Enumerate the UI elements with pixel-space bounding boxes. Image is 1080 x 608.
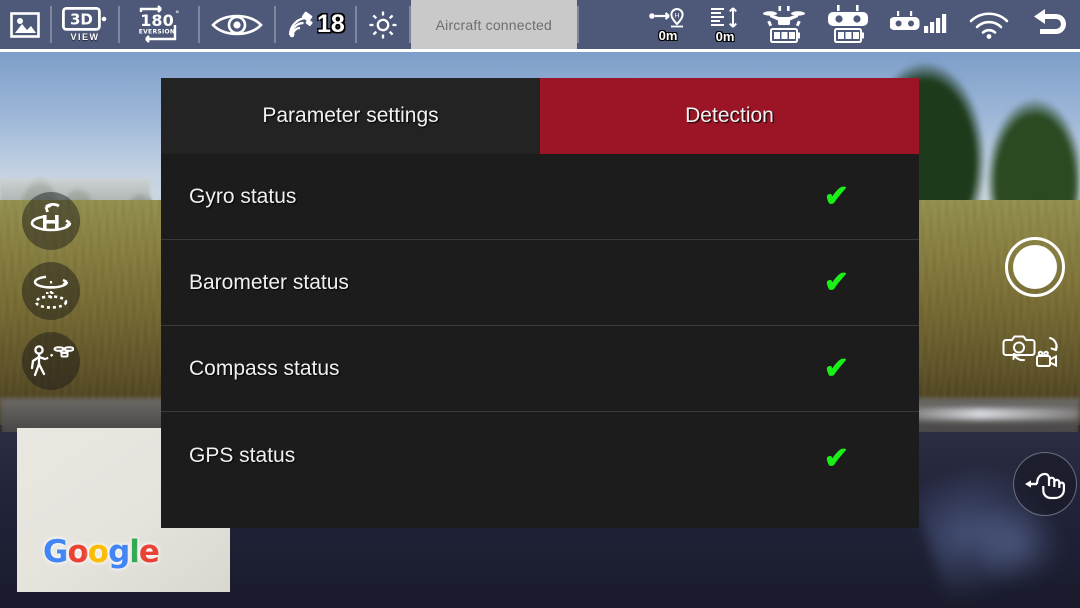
gallery-button[interactable] — [0, 0, 50, 49]
settings-button[interactable] — [357, 0, 409, 49]
google-letter: o — [87, 534, 109, 570]
row-label: Compass status — [189, 356, 340, 380]
orbit-circle-icon — [33, 275, 69, 309]
svg-text:°: ° — [175, 10, 180, 20]
follow-me-icon — [30, 345, 74, 377]
distance-indicator: H 0m — [638, 0, 698, 49]
eye-fpv-icon — [211, 14, 263, 35]
altitude-indicator: 0m — [698, 0, 752, 49]
app-root: 3D VIEW 180 ° EVERSION 18 Aircraft conne… — [0, 0, 1080, 608]
fpv-view-button[interactable] — [200, 0, 274, 49]
svg-text:180: 180 — [140, 11, 173, 30]
satellite-icon — [288, 11, 313, 37]
remote-battery-icon — [828, 4, 868, 43]
gesture-control-button[interactable] — [1013, 452, 1077, 516]
list-item[interactable]: GPS status ✔ — [161, 412, 919, 528]
camera-video-toggle-icon — [1002, 335, 1058, 368]
remote-signal-indicator — [880, 0, 958, 49]
camera-video-toggle-button[interactable] — [1002, 330, 1068, 370]
status-check-icon: ✔ — [823, 265, 849, 299]
status-check-icon: ✔ — [823, 351, 849, 385]
altitude-value: 0m — [715, 28, 735, 44]
back-arrow-icon — [1034, 8, 1066, 34]
gear-icon — [369, 11, 397, 38]
aircraft-battery-indicator — [752, 0, 816, 49]
row-label: GPS status — [189, 444, 296, 467]
remote-signal-icon — [890, 10, 947, 33]
status-check-icon: ✔ — [823, 179, 849, 213]
top-toolbar: 3D VIEW 180 ° EVERSION 18 Aircraft conne… — [0, 0, 1080, 52]
tab-parameter-settings[interactable]: Parameter settings — [161, 78, 540, 154]
google-attribution: Google — [43, 534, 160, 570]
3d-view-button[interactable]: 3D VIEW — [52, 0, 118, 49]
orbit-mode-button[interactable] — [22, 262, 80, 320]
google-letter: o — [67, 534, 88, 570]
image-gallery-icon — [10, 11, 40, 38]
google-letter: e — [138, 534, 160, 570]
dialog-tabs: Parameter settings Detection — [161, 78, 919, 154]
swipe-gesture-icon — [1025, 472, 1065, 500]
return-to-home-button[interactable] — [22, 192, 80, 250]
180-eversion-icon: 180 ° EVERSION — [139, 4, 180, 43]
svg-text:H: H — [675, 11, 680, 19]
3d-view-label: VIEW — [70, 32, 100, 42]
connection-status: Aircraft connected — [410, 0, 577, 49]
tab-detection[interactable]: Detection — [540, 78, 919, 154]
return-to-home-icon — [30, 203, 72, 232]
wifi-icon — [969, 11, 1009, 39]
row-label: Gyro status — [189, 184, 297, 208]
settings-dialog: Parameter settings Detection Gyro status… — [161, 78, 919, 528]
hood-reflection-secondary — [980, 500, 1080, 608]
google-letter: l — [129, 534, 140, 570]
battery-level — [834, 27, 864, 43]
distance-to-home-icon: H — [649, 7, 684, 27]
detection-list: Gyro status ✔ Barometer status ✔ Compass… — [161, 154, 919, 528]
satellite-count: 18 — [317, 10, 345, 38]
svg-text:EVERSION: EVERSION — [139, 28, 176, 35]
eversion-button[interactable]: 180 ° EVERSION — [120, 0, 198, 49]
battery-level — [770, 27, 800, 43]
satellite-status[interactable]: 18 — [276, 0, 355, 49]
follow-me-button[interactable] — [22, 332, 80, 390]
wifi-indicator — [958, 0, 1020, 49]
svg-text:3D: 3D — [70, 11, 93, 29]
status-check-icon: ✔ — [823, 442, 849, 475]
flight-mode-rail — [22, 192, 80, 390]
list-item[interactable]: Compass status ✔ — [161, 326, 919, 412]
shutter-button[interactable] — [1005, 237, 1065, 297]
back-button[interactable] — [1020, 0, 1080, 49]
signal-bars — [924, 13, 947, 33]
altitude-icon — [711, 6, 737, 28]
list-item[interactable]: Gyro status ✔ — [161, 154, 919, 240]
3d-view-icon: 3D — [62, 7, 107, 31]
google-letter: g — [108, 534, 130, 570]
list-item[interactable]: Barometer status ✔ — [161, 240, 919, 326]
shutter-inner — [1013, 245, 1057, 289]
distance-value: 0m — [658, 27, 678, 43]
drone-battery-icon — [763, 5, 805, 43]
google-letter: G — [43, 534, 68, 570]
row-label: Barometer status — [189, 270, 349, 294]
remote-battery-indicator — [816, 0, 880, 49]
